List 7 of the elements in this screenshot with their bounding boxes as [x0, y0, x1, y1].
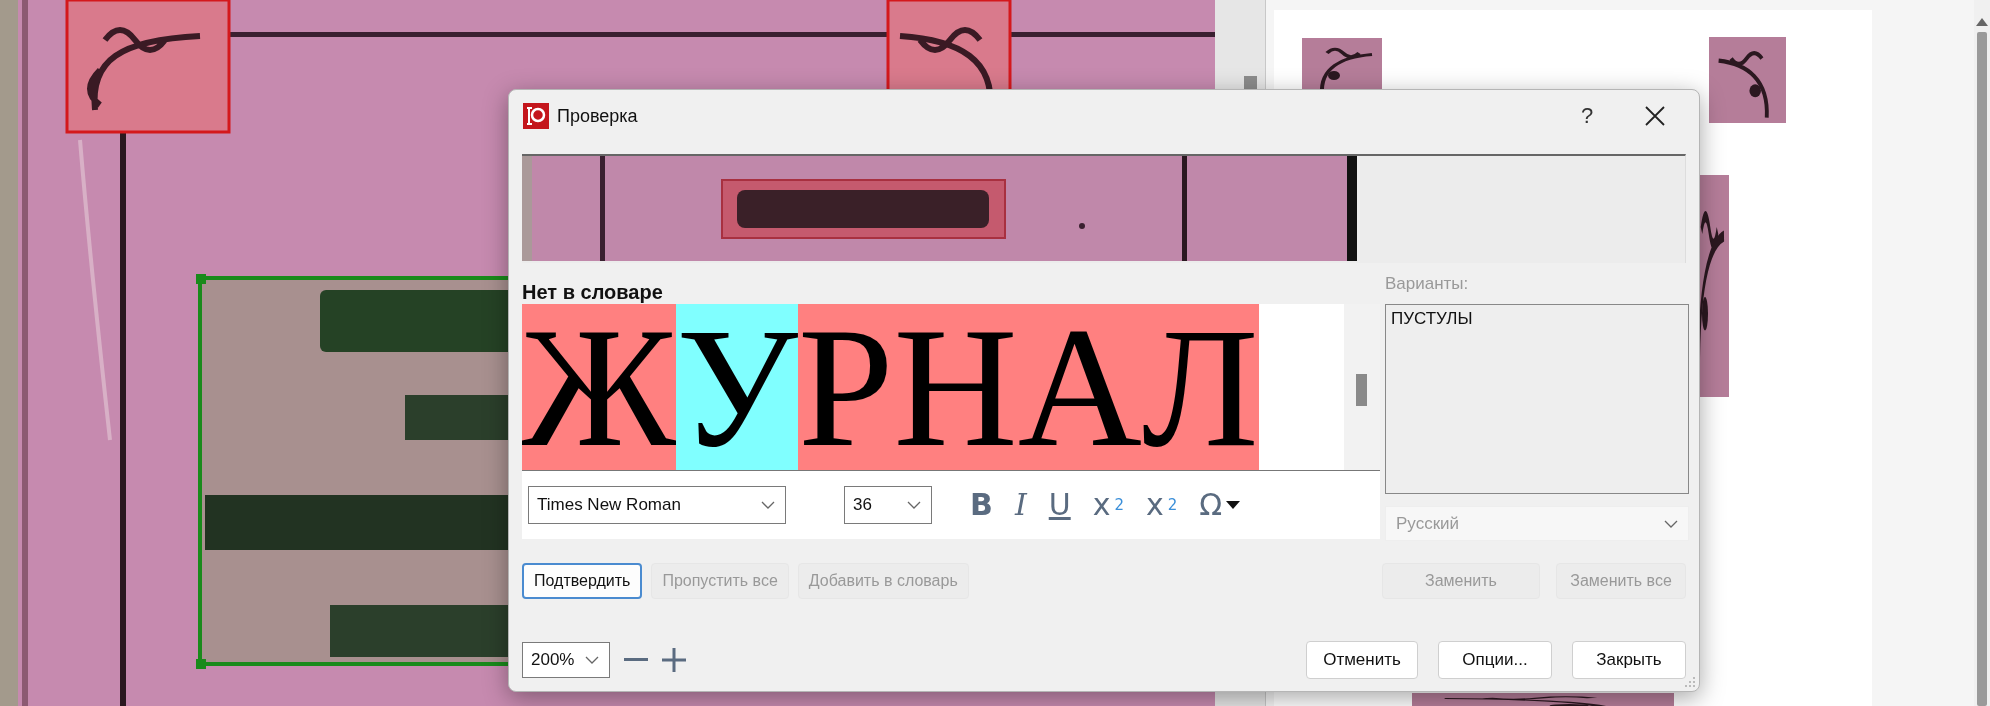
help-button[interactable]: ?: [1557, 103, 1617, 129]
dialog-button[interactable]: Закрыть: [1572, 641, 1686, 679]
variants-label: Варианты:: [1385, 272, 1470, 295]
variants-list[interactable]: ПУСТУЛЫ: [1385, 304, 1689, 494]
dialog-button[interactable]: Опции...: [1438, 641, 1552, 679]
dialog-button[interactable]: Отменить: [1306, 641, 1418, 679]
variant-item[interactable]: ПУСТУЛЫ: [1391, 309, 1683, 329]
